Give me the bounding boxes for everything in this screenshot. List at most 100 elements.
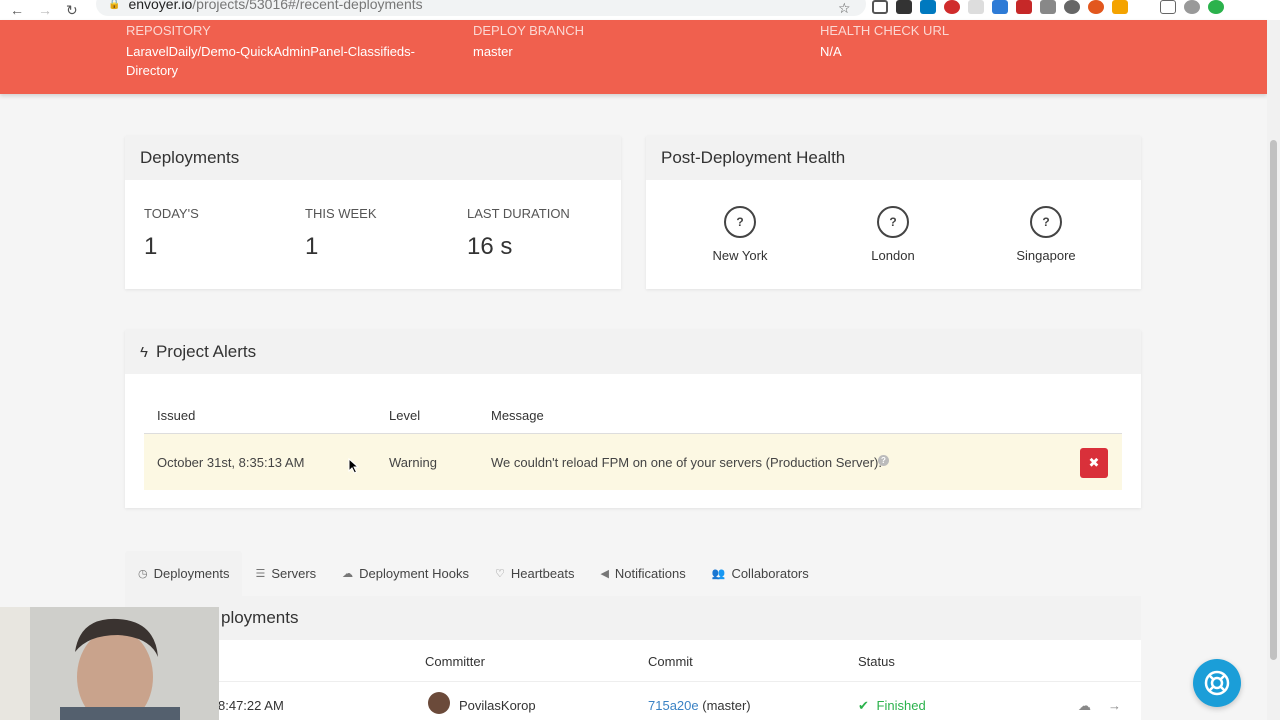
column-header: Level — [389, 408, 421, 423]
deployment-time: 8:47:22 AM — [218, 698, 284, 713]
page-scrollbar[interactable] — [1267, 20, 1280, 720]
scrollbar-thumb[interactable] — [1270, 140, 1277, 660]
url-host: envoyer.io — [128, 0, 193, 12]
extension-icon[interactable] — [992, 0, 1008, 14]
buffer-extension-icon[interactable] — [896, 0, 912, 14]
commit-link[interactable]: 715a20e — [648, 698, 699, 713]
heart-icon: ♡ — [494, 568, 505, 580]
mouse-cursor-icon — [348, 458, 360, 474]
project-header: Repository LaravelDaily/Demo-QuickAdminP… — [0, 20, 1267, 94]
dismiss-alert-button[interactable]: ✖ — [1080, 448, 1108, 478]
extension-icon[interactable] — [1016, 0, 1032, 14]
help-icon[interactable]: ? — [878, 455, 889, 466]
status-badge: Finished — [876, 698, 926, 713]
bookmark-star-icon[interactable]: ☆ — [838, 0, 851, 17]
location-name: Singapore — [1016, 248, 1076, 263]
reload-icon[interactable]: ↻ — [66, 2, 78, 19]
alert-issued: October 31st, 8:35:13 AM — [157, 455, 305, 470]
bolt-icon: ϟ — [140, 343, 148, 361]
alert-row: October 31st, 8:35:13 AM Warning We coul… — [144, 434, 1122, 490]
profile-avatar-icon[interactable] — [1184, 0, 1200, 14]
extension-icons — [872, 0, 1224, 14]
extension-icon[interactable] — [1136, 0, 1152, 14]
health-url-label: Health Check URL — [820, 23, 950, 38]
stat-value: 1 — [305, 233, 319, 260]
committer-name: PovilasKorop — [459, 698, 536, 713]
clock-icon: ◷ — [138, 568, 148, 580]
commit-cell: 715a20e (master) — [648, 698, 751, 713]
health-url-info: Health Check URL N/A — [820, 23, 949, 61]
question-circle-icon: ? — [724, 206, 756, 238]
recent-deployments-header: ployments — [125, 596, 1141, 640]
alert-level: Warning — [389, 455, 437, 470]
redeploy-cloud-icon[interactable]: ☁ — [1078, 698, 1091, 714]
adblock-extension-icon[interactable] — [944, 0, 960, 14]
location-new-york: ? New York — [680, 206, 800, 263]
tab-label: Collaborators — [731, 566, 809, 581]
tab-notifications[interactable]: ◀ Notifications — [587, 551, 698, 596]
browser-nav: ← → ↻ — [0, 2, 78, 19]
pocket-extension-icon[interactable] — [872, 0, 888, 14]
column-header: Committer — [425, 654, 485, 669]
question-circle-icon: ? — [1030, 206, 1062, 238]
column-header: Message — [491, 408, 544, 423]
panel-title: Post-Deployment Health — [646, 136, 1141, 180]
recent-deployments-panel: ployments Committer Commit Status 8:47:2… — [125, 596, 1141, 720]
extension-icon[interactable] — [968, 0, 984, 14]
column-header: Commit — [648, 654, 693, 669]
tab-servers[interactable]: ☰ Servers — [242, 551, 329, 596]
help-chat-button[interactable] — [1193, 659, 1241, 707]
table-row: 8:47:22 AM PovilasKorop 715a20e (master)… — [125, 692, 1141, 720]
status-cell: ✔ Finished — [858, 698, 926, 714]
extension-icon[interactable] — [1112, 0, 1128, 14]
health-url-value: N/A — [820, 44, 842, 59]
tab-deployments[interactable]: ◷ Deployments — [125, 551, 243, 596]
cast-icon[interactable] — [1160, 0, 1176, 14]
url-path: /projects/53016#/recent-deployments — [192, 0, 423, 12]
alert-message: We couldn't reload FPM on one of your se… — [491, 455, 882, 470]
stat-label: Last Duration — [467, 206, 570, 221]
stat-this-week: This Week 1 — [305, 206, 377, 261]
column-header: Status — [858, 654, 895, 669]
panel-title: ployments — [221, 608, 299, 627]
tab-deployment-hooks[interactable]: ☁ Deployment Hooks — [329, 551, 482, 596]
cloud-icon: ☁ — [342, 568, 354, 580]
webcam-overlay — [0, 607, 219, 720]
webcam-person-image — [0, 607, 219, 720]
location-name: New York — [712, 248, 768, 263]
stat-value: 1 — [144, 233, 158, 260]
stat-today: Today's 1 — [144, 206, 199, 261]
tab-label: Heartbeats — [510, 566, 575, 581]
tab-heartbeats[interactable]: ♡ Heartbeats — [482, 551, 587, 596]
panel-title: Deployments — [125, 136, 621, 180]
panel-title: Project Alerts — [155, 342, 257, 361]
column-header: Issued — [157, 408, 196, 423]
extension-icon[interactable] — [1064, 0, 1080, 14]
commit-branch: (master) — [702, 698, 751, 713]
browser-toolbar: ← → ↻ 🔒 envoyer.io/projects/53016#/recen… — [0, 0, 1280, 20]
question-circle-icon: ? — [877, 206, 909, 238]
arrow-right-icon[interactable]: → — [1108, 698, 1121, 713]
stat-label: This Week — [305, 206, 377, 221]
users-icon: 👥 — [711, 568, 726, 580]
extension-icon[interactable] — [1040, 0, 1056, 14]
branch-value: master — [473, 44, 513, 59]
forward-icon[interactable]: → — [38, 2, 52, 19]
health-panel: Post-Deployment Health ? New York ? Lond… — [646, 136, 1141, 289]
repository-label: Repository — [126, 23, 211, 38]
tab-label: Deployments — [153, 566, 230, 581]
location-london: ? London — [833, 206, 953, 263]
repository-value: LaravelDaily/Demo-QuickAdminPanel-Classi… — [126, 44, 415, 78]
extension-icon[interactable] — [1088, 0, 1104, 14]
project-tabs: ◷ Deployments ☰ Servers ☁ Deployment Hoo… — [125, 551, 822, 596]
tab-label: Deployment Hooks — [359, 566, 469, 581]
back-icon[interactable]: ← — [10, 2, 24, 19]
trello-extension-icon[interactable] — [920, 0, 936, 14]
alerts-table-header: Issued Level Message — [144, 404, 1122, 434]
tab-collaborators[interactable]: 👥 Collaborators — [699, 551, 822, 596]
update-icon[interactable] — [1208, 0, 1224, 14]
branch-label: Deploy Branch — [473, 23, 585, 38]
address-bar[interactable]: 🔒 envoyer.io/projects/53016#/recent-depl… — [96, 0, 866, 16]
branch-info: Deploy Branch master — [473, 23, 584, 61]
megaphone-icon: ◀ — [600, 568, 609, 580]
